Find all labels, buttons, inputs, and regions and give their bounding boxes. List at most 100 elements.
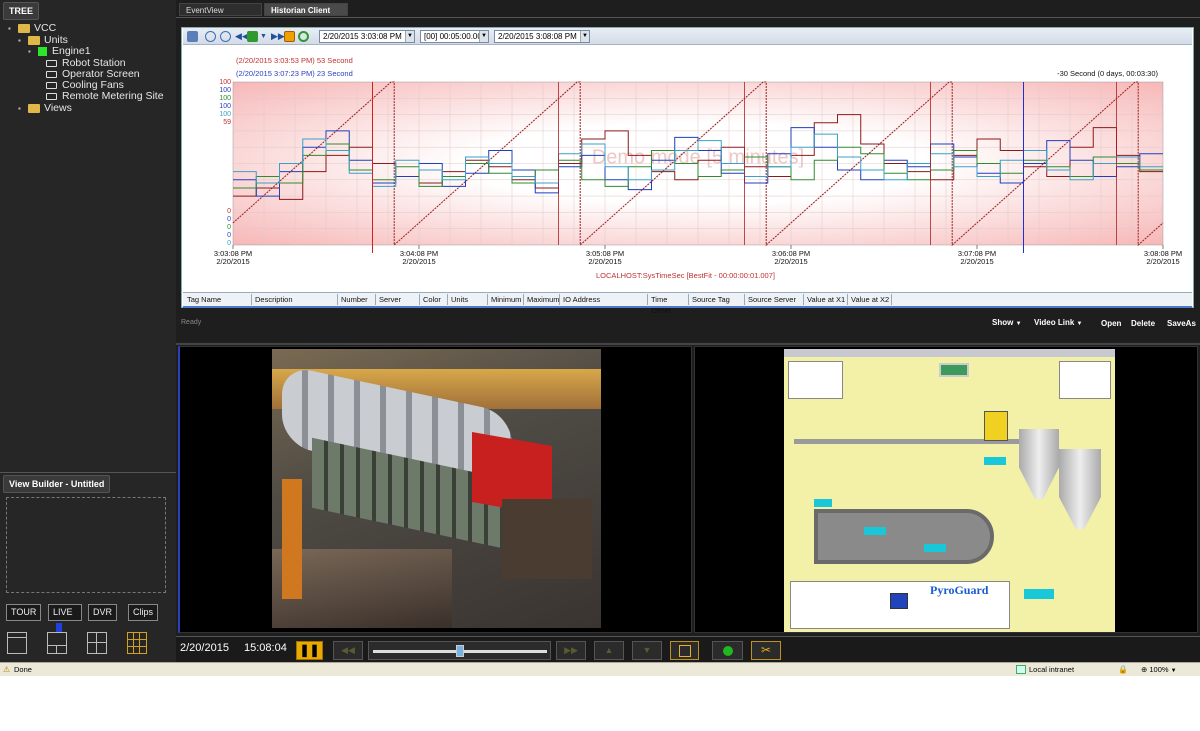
clips-button[interactable]: Clips (128, 604, 159, 621)
hmi-hopper (984, 411, 1008, 441)
column-header[interactable]: Color (420, 294, 448, 305)
tour-button[interactable]: TOUR (6, 604, 42, 621)
dvr-button[interactable]: DVR (88, 604, 118, 621)
y-tick-label: 0 (227, 216, 231, 223)
trend-chart[interactable]: Demo mode [5 minutes]1001001001001005900… (181, 76, 1194, 286)
step-up-button[interactable]: ▲ (594, 641, 624, 660)
divider (176, 343, 1200, 345)
layout-two-icon[interactable] (47, 632, 67, 654)
folder-icon (28, 35, 40, 45)
divider (183, 306, 1192, 308)
browser-status-bar: ⚠ Done Local intranet 🔒 ⊕ 100% ▼ (0, 662, 1200, 676)
scroll-left-icon[interactable]: ◀◀ (235, 31, 249, 42)
hmi-readout (984, 457, 1006, 465)
layout-single-icon[interactable] (7, 632, 27, 654)
column-header[interactable]: Time Offset (648, 294, 689, 315)
zoom-in-icon[interactable] (205, 31, 216, 42)
step-down-button[interactable]: ▼ (632, 641, 662, 660)
saveas-button[interactable]: SaveAs (1167, 319, 1196, 328)
hmi-logo-right (1059, 361, 1111, 399)
column-header[interactable]: Number (338, 294, 376, 305)
chevron-down-icon: ▼ (479, 31, 488, 42)
y-tick-label: 0 (227, 240, 231, 247)
machinery-video-frame (272, 349, 601, 628)
zoom-out-icon[interactable] (220, 31, 231, 42)
pause-button[interactable]: ❚❚ (296, 641, 323, 660)
hmi-cyclone-2 (1059, 449, 1101, 529)
save-icon[interactable] (247, 31, 258, 42)
column-header[interactable]: Description (252, 294, 338, 305)
y-tick-label: 100 (219, 103, 231, 110)
hmi-readout (814, 499, 832, 507)
view-builder-tab[interactable]: View Builder - Untitled (3, 475, 111, 493)
hmi-logo-left (788, 361, 843, 399)
status-square-icon (38, 46, 47, 56)
scissors-icon: ✂ (760, 643, 772, 657)
scroll-right-icon[interactable]: ▶▶ (271, 31, 285, 42)
column-header[interactable]: IO Address (560, 294, 648, 305)
timeline-slider[interactable] (368, 641, 551, 660)
live-button[interactable]: LIVE (48, 604, 82, 633)
open-button[interactable]: Open (1101, 319, 1121, 328)
column-header[interactable]: Maximum (524, 294, 560, 305)
tree-item-views[interactable]: ▪ Views (18, 102, 72, 114)
expand-icon[interactable]: ▪ (8, 24, 16, 33)
slider-thumb[interactable] (456, 645, 464, 657)
cursor1-label: (2/20/2015 3:03:53 PM) 53 Second (236, 56, 353, 65)
chevron-down-icon: ▼ (1015, 321, 1022, 327)
duration-combo[interactable]: [00] 00:05:00.000 ▼ (420, 30, 489, 43)
menu-icon[interactable] (187, 31, 198, 42)
hmi-brand: PyroGuard (930, 583, 989, 597)
show-menu[interactable]: Show ▼ (992, 318, 1022, 327)
y-tick-label: 100 (219, 87, 231, 94)
y-tick-label: 100 (219, 79, 231, 86)
tab-historian-client[interactable]: Historian Client (264, 3, 348, 16)
fast-forward-button[interactable]: ▶▶ (556, 641, 586, 660)
refresh-icon[interactable] (298, 31, 309, 42)
column-header[interactable]: Value at X1 (804, 294, 848, 305)
y-tick-label: 59 (223, 119, 231, 126)
x-tick-date: 2/20/2015 (774, 257, 807, 266)
expand-icon[interactable]: ▪ (18, 36, 26, 45)
expand-icon[interactable]: ▪ (18, 104, 26, 113)
tree-item-vcc[interactable]: ▪ VCC (8, 22, 56, 34)
tab-eventview[interactable]: EventView (179, 3, 262, 16)
rewind-button[interactable]: ◀◀ (333, 641, 363, 660)
y-tick-label: 0 (227, 232, 231, 239)
chevron-down-icon: ▼ (1076, 321, 1083, 327)
column-header[interactable]: Units (448, 294, 488, 305)
column-header[interactable]: Source Tag (689, 294, 745, 305)
clip-cut-button[interactable]: ✂ (751, 641, 781, 660)
column-header[interactable]: Value at X2 (848, 294, 892, 305)
start-time-combo[interactable]: 2/20/2015 3:03:08 PM ▼ (319, 30, 415, 43)
column-header[interactable]: Minimum (488, 294, 524, 305)
camera-icon (46, 81, 57, 89)
hmi-readout (864, 527, 886, 535)
y-tick-label: 100 (219, 95, 231, 102)
layout-grid-icon[interactable] (127, 632, 147, 654)
end-time-combo[interactable]: 2/20/2015 3:08:08 PM ▼ (494, 30, 590, 43)
layout-quad-icon[interactable] (87, 632, 107, 654)
x-tick-date: 2/20/2015 (216, 257, 249, 266)
dropdown-icon[interactable]: ▼ (260, 31, 271, 42)
tree-item-engine1[interactable]: ▪ Engine1 (28, 45, 91, 57)
playback-date: 2/20/2015 (180, 642, 229, 654)
pause-icon[interactable] (284, 31, 295, 42)
view-builder-drop-area[interactable] (6, 497, 166, 593)
zoom-control[interactable]: ⊕ 100% ▼ (1141, 663, 1177, 678)
expand-icon[interactable]: ▪ (28, 47, 36, 56)
column-header[interactable]: Source Server (745, 294, 804, 305)
chevron-down-icon: ▼ (580, 31, 589, 42)
column-header[interactable]: Tag Name (184, 294, 252, 305)
divider (0, 472, 176, 473)
x-tick-date: 2/20/2015 (1146, 257, 1179, 266)
tree-item-remote-metering[interactable]: Remote Metering Site (46, 90, 164, 102)
x-tick-date: 2/20/2015 (960, 257, 993, 266)
export-button[interactable] (670, 641, 699, 660)
video-link-menu[interactable]: Video Link ▼ (1034, 318, 1083, 327)
column-header[interactable]: Server (376, 294, 420, 305)
record-button[interactable] (712, 641, 743, 660)
delete-button[interactable]: Delete (1131, 319, 1155, 328)
tree-tab[interactable]: TREE (3, 2, 40, 20)
protected-mode-icon: 🔒 (1118, 665, 1128, 674)
